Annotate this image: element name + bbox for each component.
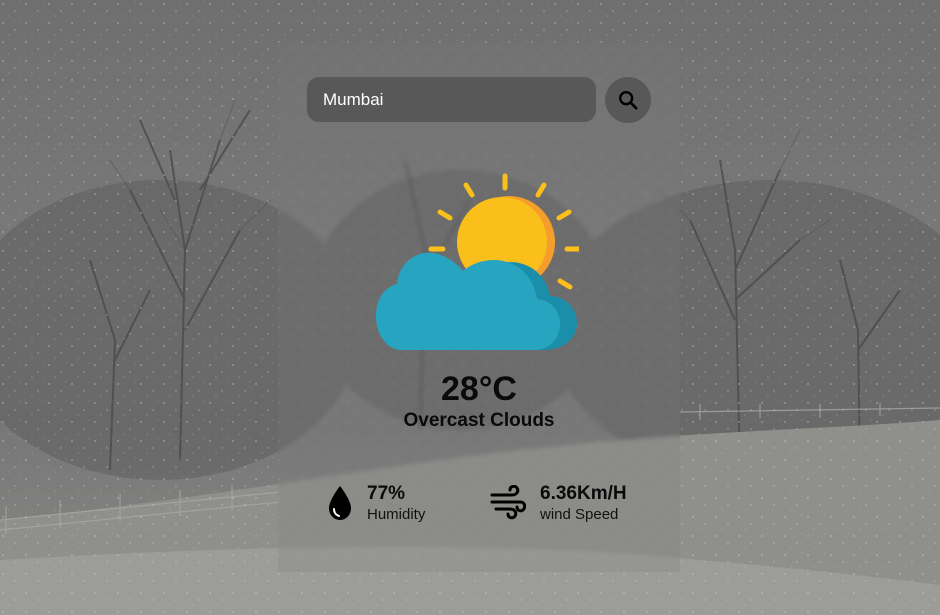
partly-cloudy-icon (374, 170, 582, 355)
humidity-stat: 77% Humidity (326, 483, 446, 525)
wind-icon (490, 484, 527, 526)
temperature: 28°C (441, 370, 517, 408)
search-button[interactable] (605, 77, 651, 123)
city-search-input[interactable] (307, 77, 596, 122)
search-icon (619, 91, 638, 110)
humidity-label: Humidity (367, 506, 426, 523)
weather-description: Overcast Clouds (403, 410, 555, 431)
humidity-value: 77% (367, 483, 406, 504)
water-drop-icon (326, 485, 354, 526)
wind-speed-value: 6.36Km/H (540, 483, 627, 504)
wind-speed-label: wind Speed (540, 506, 619, 523)
search-bar (307, 77, 652, 123)
wind-stat: 6.36Km/H wind Speed (490, 483, 650, 525)
